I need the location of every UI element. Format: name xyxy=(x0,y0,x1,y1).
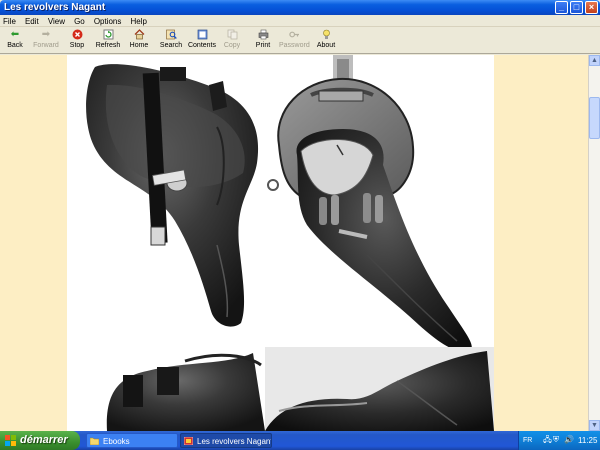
password-button[interactable]: Password xyxy=(279,29,310,53)
home-button[interactable]: Home xyxy=(128,29,150,53)
print-button[interactable]: Print xyxy=(253,29,273,53)
back-label: Back xyxy=(7,42,23,49)
window-title: Les revolvers Nagant xyxy=(4,2,106,13)
copy-icon xyxy=(227,29,238,40)
contents-label: Contents xyxy=(187,42,217,49)
scroll-up-arrow-icon[interactable]: ▲ xyxy=(589,55,600,66)
title-bar[interactable]: Les revolvers Nagant _ □ × xyxy=(0,0,600,15)
menu-file[interactable]: File xyxy=(0,16,19,28)
start-label: démarrer xyxy=(20,434,68,446)
taskbar-item-nagant[interactable]: Les revolvers Nagant xyxy=(180,433,272,448)
taskbar-item-ebooks[interactable]: Ebooks xyxy=(86,433,178,448)
taskbar: démarrer Ebooks Les revolvers Nagant FR … xyxy=(0,431,600,450)
holster-photographs xyxy=(86,55,494,431)
key-icon xyxy=(288,29,300,40)
network-icon[interactable]: 🖧 xyxy=(543,436,552,444)
taskbar-item-label: Ebooks xyxy=(103,437,130,446)
home-icon xyxy=(134,29,145,40)
forward-button[interactable]: ➡ Forward xyxy=(31,29,61,53)
open-holster-photo xyxy=(267,55,472,352)
holster-detail-photo-right xyxy=(265,347,494,431)
scroll-down-arrow-icon[interactable]: ▼ xyxy=(589,420,600,431)
home-label: Home xyxy=(129,42,149,49)
refresh-icon xyxy=(103,29,114,40)
folder-icon xyxy=(90,437,99,445)
scrollbar-thumb[interactable] xyxy=(589,97,600,139)
print-label: Print xyxy=(255,42,271,49)
printer-icon xyxy=(258,29,269,40)
search-icon xyxy=(165,29,177,40)
page-body xyxy=(67,55,494,431)
security-shield-icon[interactable]: ⛨ xyxy=(553,436,561,444)
refresh-label: Refresh xyxy=(95,42,121,49)
menu-help[interactable]: Help xyxy=(127,16,149,28)
search-label: Search xyxy=(159,42,183,49)
back-button[interactable]: ⬅ Back xyxy=(4,29,26,53)
menu-view[interactable]: View xyxy=(45,16,68,28)
stop-button[interactable]: Stop xyxy=(66,29,88,53)
ebook-app-icon xyxy=(184,437,193,445)
start-button[interactable]: démarrer xyxy=(0,431,80,450)
system-tray: FR 🖧 ⛨ 🔊 11:25 xyxy=(518,431,600,450)
vertical-scrollbar[interactable]: ▲ ▼ xyxy=(588,55,600,431)
windows-flag-icon xyxy=(5,435,16,446)
menu-bar: File Edit View Go Options Help xyxy=(0,15,600,27)
search-button[interactable]: Search xyxy=(158,29,184,53)
contents-book-icon xyxy=(197,29,208,40)
menu-edit[interactable]: Edit xyxy=(22,16,42,28)
about-label: About xyxy=(316,42,336,49)
password-label: Password xyxy=(279,42,310,49)
copy-button[interactable]: Copy xyxy=(222,29,242,53)
holster-detail-photo-left xyxy=(97,353,265,431)
language-indicator[interactable]: FR xyxy=(523,431,532,450)
volume-icon[interactable]: 🔊 xyxy=(564,436,574,444)
menu-options[interactable]: Options xyxy=(91,16,125,28)
forward-label: Forward xyxy=(33,42,59,49)
forward-arrow-icon: ➡ xyxy=(41,29,51,40)
contents-button[interactable]: Contents xyxy=(187,29,217,53)
about-lightbulb-icon xyxy=(321,29,332,40)
taskbar-item-label: Les revolvers Nagant xyxy=(197,437,272,446)
stop-label: Stop xyxy=(69,42,85,49)
refresh-button[interactable]: Refresh xyxy=(94,29,122,53)
menu-go[interactable]: Go xyxy=(71,16,88,28)
stop-icon xyxy=(72,29,83,40)
closed-holster-photo xyxy=(86,64,259,327)
about-button[interactable]: About xyxy=(315,29,337,53)
close-button[interactable]: × xyxy=(585,1,598,14)
copy-label: Copy xyxy=(223,42,241,49)
clock: 11:25 xyxy=(578,436,598,445)
back-arrow-icon: ⬅ xyxy=(10,29,20,40)
toolbar: ⬅ Back ➡ Forward Stop Refresh Home Searc… xyxy=(0,28,600,54)
minimize-button[interactable]: _ xyxy=(555,1,568,14)
content-area xyxy=(0,55,588,431)
maximize-button[interactable]: □ xyxy=(570,1,583,14)
